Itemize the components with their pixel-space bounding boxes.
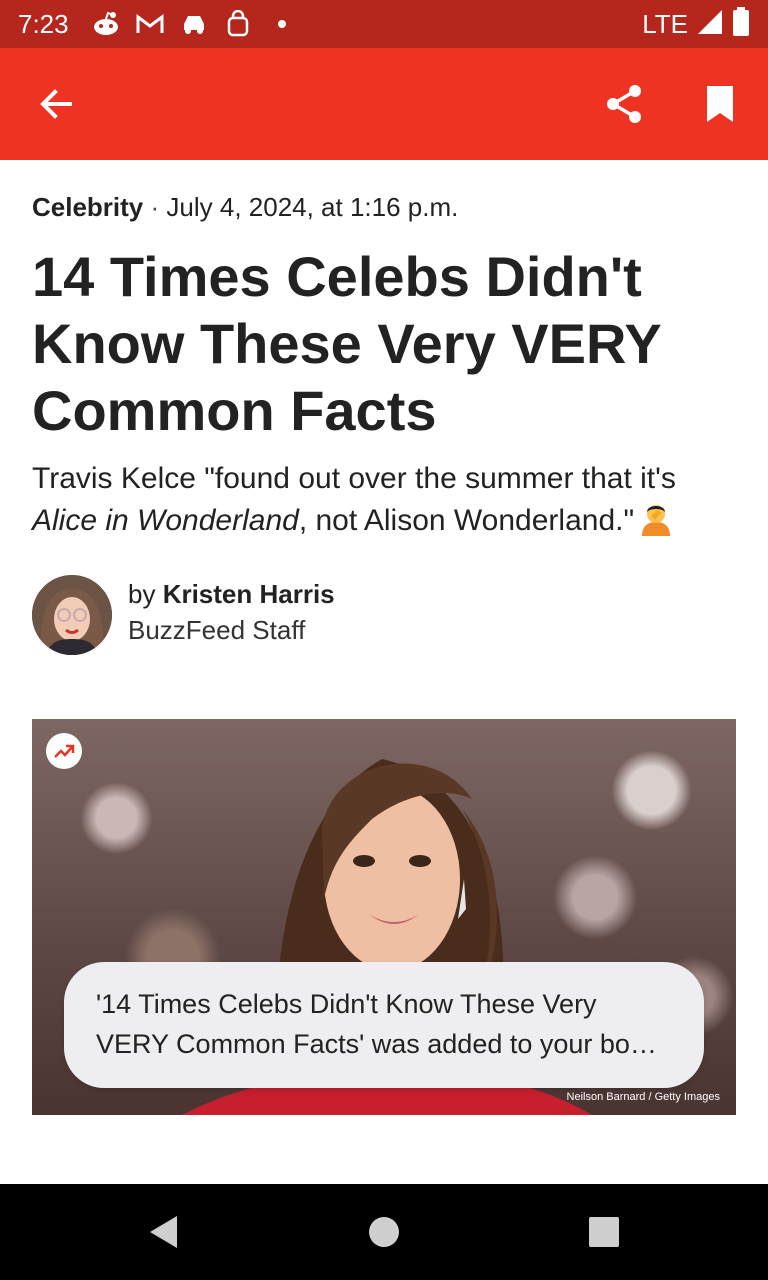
nav-home-button[interactable] xyxy=(364,1212,404,1252)
publish-date: July 4, 2024, at 1:16 p.m. xyxy=(166,192,459,222)
circle-home-icon xyxy=(369,1217,399,1247)
facepalm-emoji-icon xyxy=(638,500,674,536)
square-recents-icon xyxy=(589,1217,619,1247)
notification-icons xyxy=(91,9,297,39)
app-bar xyxy=(0,48,768,160)
system-nav-bar xyxy=(0,1184,768,1280)
author-avatar[interactable] xyxy=(32,575,112,655)
trending-badge xyxy=(46,733,82,769)
photo-credit: Neilson Barnard / Getty Images xyxy=(566,1091,720,1103)
status-time: 7:23 xyxy=(18,8,69,39)
dek-italic: Alice in Wonderland xyxy=(32,504,299,537)
nav-recents-button[interactable] xyxy=(584,1212,624,1252)
notification-dot-icon xyxy=(267,9,297,39)
article-meta: Celebrity · July 4, 2024, at 1:16 p.m. xyxy=(32,192,458,223)
meta-separator: · xyxy=(150,192,160,222)
share-button[interactable] xyxy=(598,78,650,130)
gmail-icon xyxy=(135,9,165,39)
back-button[interactable] xyxy=(30,78,82,130)
reddit-icon xyxy=(91,9,121,39)
trending-up-icon xyxy=(54,744,75,758)
bookmark-icon xyxy=(707,86,733,122)
car-icon xyxy=(179,9,209,39)
category-link[interactable]: Celebrity xyxy=(32,192,143,222)
bookmark-button[interactable] xyxy=(694,78,746,130)
bookmark-toast: '14 Times Celebs Didn't Know These Very … xyxy=(64,962,704,1088)
byline-text: by Kristen Harris xyxy=(128,579,335,610)
author-role: BuzzFeed Staff xyxy=(128,615,306,645)
triangle-back-icon xyxy=(150,1216,177,1248)
network-type: LTE xyxy=(642,8,688,39)
nav-back-button[interactable] xyxy=(144,1212,184,1252)
shopping-bag-icon xyxy=(223,9,253,39)
battery-icon xyxy=(732,6,750,42)
article-dek: Travis Kelce "found out over the summer … xyxy=(32,458,732,542)
dek-text-1: Travis Kelce "found out over the summer … xyxy=(32,462,676,495)
status-bar: 7:23 LTE xyxy=(0,0,768,48)
dek-text-2: , not Alison Wonderland." xyxy=(298,504,635,537)
byline-prefix: by xyxy=(128,579,163,609)
share-icon xyxy=(607,85,641,123)
signal-icon xyxy=(696,8,724,41)
byline: by Kristen Harris BuzzFeed Staff xyxy=(32,575,632,655)
author-name[interactable]: Kristen Harris xyxy=(163,579,335,609)
article-headline: 14 Times Celebs Didn't Know These Very V… xyxy=(32,245,661,442)
arrow-left-icon xyxy=(40,89,72,119)
